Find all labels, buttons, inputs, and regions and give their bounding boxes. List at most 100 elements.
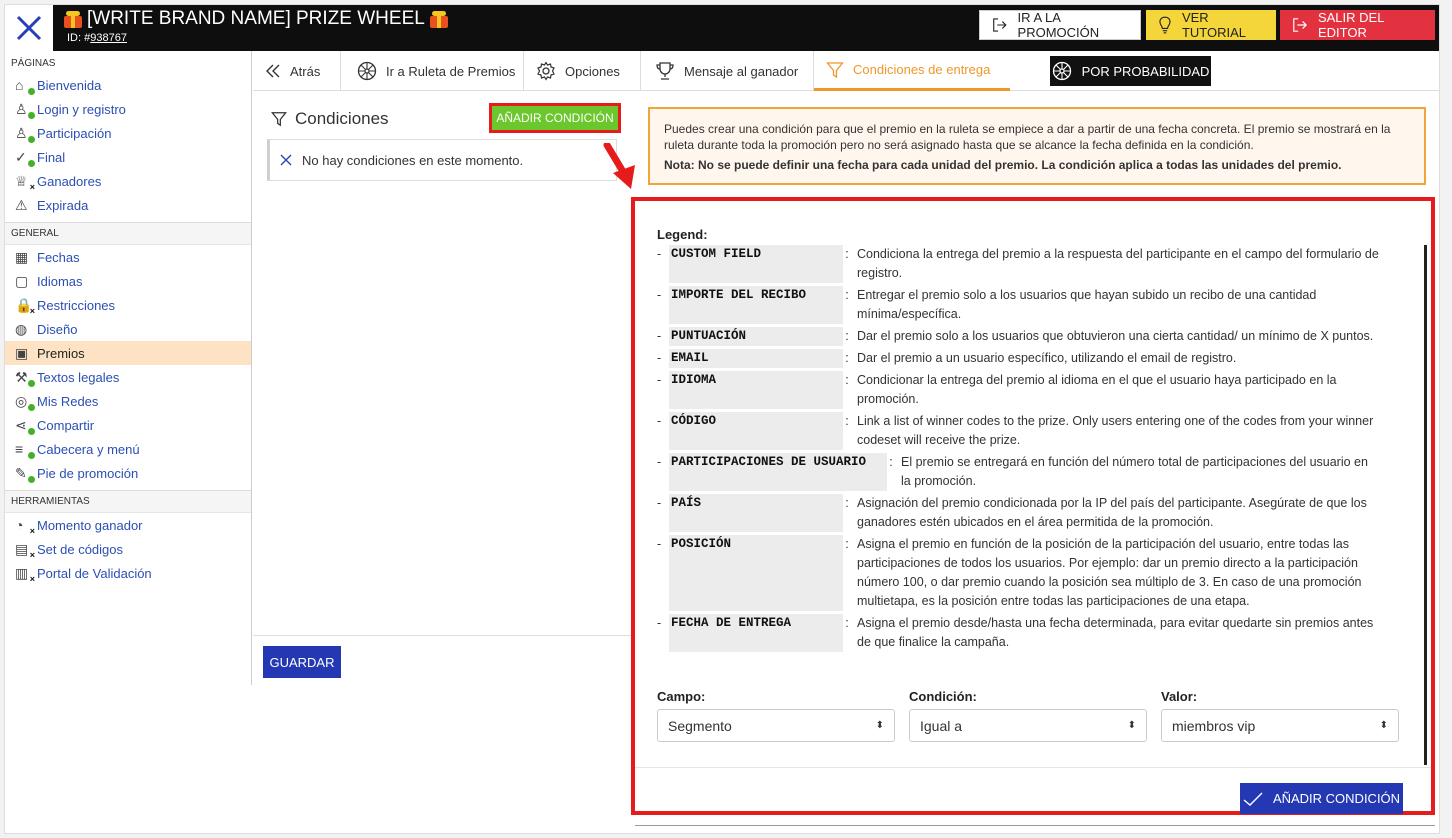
tab-back[interactable]: Atrás xyxy=(253,51,341,91)
warning-icon: ⚠ xyxy=(15,196,28,213)
status-x-icon: × xyxy=(29,526,35,536)
legend-separator: : xyxy=(845,616,849,630)
legend-separator: : xyxy=(845,288,849,302)
condition-select[interactable]: Igual a ⬍ xyxy=(909,709,1147,742)
select-caret-icon: ⬍ xyxy=(1127,720,1136,731)
value-select[interactable]: miembros vip ⬍ xyxy=(1161,709,1399,742)
sidebar-item-label: Compartir xyxy=(37,417,95,433)
select-caret-icon: ⬍ xyxy=(1379,720,1388,731)
sidebar-item-label: Idiomas xyxy=(37,273,83,289)
sidebar-item-compartir[interactable]: ⋖ Compartir xyxy=(5,413,251,437)
legend-separator: : xyxy=(845,496,849,510)
status-x-icon: × xyxy=(29,574,35,584)
sidebar-item-fechas[interactable]: ▦ Fechas xyxy=(5,245,251,269)
timer-icon: ◔ × xyxy=(15,517,35,536)
status-dot xyxy=(28,476,35,483)
by-probability-label: POR PROBABILIDAD xyxy=(1081,63,1210,79)
legend-key: EMAIL xyxy=(669,349,843,368)
legend-description: Condicionar la entrega del premio al idi… xyxy=(857,373,1337,406)
modal-scrollbar[interactable] xyxy=(1424,245,1427,765)
sidebar-item-label: Set de códigos xyxy=(37,541,124,557)
app-frame: [WRITE BRAND NAME] PRIZE WHEEL ID: #9387… xyxy=(4,4,1440,834)
sidebar-item-momento-ganador[interactable]: ◔ × Momento ganador xyxy=(5,513,251,537)
legend-key: PARTICIPACIONES DE USUARIO xyxy=(669,453,887,491)
home-icon: ⌂ xyxy=(15,75,37,95)
sidebar-item-participación[interactable]: ♙ Participación xyxy=(5,121,251,145)
legend-row: - PARTICIPACIONES DE USUARIO: El premio se… xyxy=(657,453,1381,491)
tab-delivery-conditions[interactable]: Condiciones de entrega xyxy=(814,51,1010,91)
sidebar: PÁGINAS ⌂ Bienvenida ♙ Login y registro ♙ Par… xyxy=(5,51,252,685)
sidebar-item-pie-de-promoción[interactable]: ✎ Pie de promoción xyxy=(5,461,251,485)
legend-description: Dar el premio a un usuario específico, u… xyxy=(857,351,1237,365)
exit-arrow-icon xyxy=(1293,18,1307,32)
legend-separator: : xyxy=(845,537,849,551)
conditions-panel: Condiciones AÑADIR CONDICIÓN No hay cond… xyxy=(253,91,633,685)
palette-icon: ◍ xyxy=(15,320,28,337)
tab-wheel[interactable]: Ir a Ruleta de Premios xyxy=(341,51,524,91)
user-icon: ♙ xyxy=(15,99,37,119)
legend-separator: : xyxy=(845,414,849,428)
legend-bullet: - xyxy=(657,414,662,428)
tab-winner-message[interactable]: Mensaje al ganador xyxy=(641,51,814,91)
filter-icon xyxy=(826,61,844,78)
exit-editor-label: SALIR DEL EDITOR xyxy=(1317,10,1384,40)
field-select-value: Segmento xyxy=(668,717,732,734)
legend-bullet: - xyxy=(657,537,662,551)
exit-editor-button[interactable]: SALIR DEL EDITOR xyxy=(1280,10,1435,40)
add-condition-button[interactable]: AÑADIR CONDICIÓN xyxy=(489,103,621,133)
sidebar-item-final[interactable]: ✓ Final xyxy=(5,145,251,169)
legend-title: Legend: xyxy=(657,227,708,242)
sidebar-item-diseño[interactable]: ◍ Diseño xyxy=(5,317,251,341)
wheel-icon xyxy=(1052,61,1071,81)
sidebar-item-cabecera-y-menú[interactable]: ≡ Cabecera y menú xyxy=(5,437,251,461)
field-select[interactable]: Segmento ⬍ xyxy=(657,709,895,742)
modal-footer-divider xyxy=(635,767,1431,768)
close-icon xyxy=(280,154,292,166)
chat-icon: ▢ xyxy=(15,272,29,289)
legend-bullet: - xyxy=(657,455,662,469)
legend-row: - EMAIL: Dar el premio a un usuario especí… xyxy=(657,349,1381,368)
sidebar-item-portal-de-validación[interactable]: ▥ × Portal de Validación xyxy=(5,561,251,585)
sidebar-item-login-y-registro[interactable]: ♙ Login y registro xyxy=(5,97,251,121)
field-label: Campo: xyxy=(657,689,706,704)
sidebar-item-set-de-códigos[interactable]: ▤ × Set de códigos xyxy=(5,537,251,561)
tab-options[interactable]: Opciones xyxy=(524,51,641,91)
sidebar-item-textos-legales[interactable]: ⚒ Textos legales xyxy=(5,365,251,389)
sidebar-item-idiomas[interactable]: ▢ Idiomas xyxy=(5,269,251,293)
legend-bullet: - xyxy=(657,351,662,365)
legend-separator: : xyxy=(889,455,893,469)
legend-description: Dar el premio solo a los usuarios que ob… xyxy=(857,329,1374,343)
select-caret-icon: ⬍ xyxy=(875,720,884,731)
exit-arrow-icon xyxy=(993,18,1007,32)
sidebar-item-label: Restricciones xyxy=(37,297,116,313)
confirm-add-condition-button[interactable]: AÑADIR CONDICIÓN xyxy=(1240,783,1403,814)
legend-key: IDIOMA xyxy=(669,371,843,409)
by-probability-button[interactable]: POR PROBABILIDAD xyxy=(1050,56,1211,86)
legend-bullet: - xyxy=(657,288,662,302)
status-dot xyxy=(28,428,35,435)
status-x-icon: × xyxy=(29,182,35,192)
sidebar-item-premios[interactable]: ▣ Premios xyxy=(5,341,251,365)
globe-icon: ◎ xyxy=(15,391,37,411)
go-to-promotion-button[interactable]: IR A LA PROMOCIÓN xyxy=(979,10,1141,40)
sidebar-item-ganadores[interactable]: ♕ × Ganadores xyxy=(5,169,251,193)
info-notice: Puedes crear una condición para que el p… xyxy=(648,107,1426,185)
view-tutorial-button[interactable]: VER TUTORIAL xyxy=(1146,10,1276,40)
legend-row: - FECHA DE ENTREGA: Asigna el premio desde… xyxy=(657,614,1381,652)
sidebar-item-label: Ganadores xyxy=(37,173,102,189)
sidebar-item-expirada[interactable]: ⚠ Expirada xyxy=(5,193,251,217)
promo-id-link[interactable]: 938767 xyxy=(90,32,127,44)
save-button[interactable]: GUARDAR xyxy=(263,646,341,678)
sidebar-item-mis-redes[interactable]: ◎ Mis Redes xyxy=(5,389,251,413)
close-editor-button[interactable] xyxy=(5,5,53,51)
sidebar-item-restricciones[interactable]: 🔒 × Restricciones xyxy=(5,293,251,317)
legend-bullet: - xyxy=(657,616,662,630)
check-icon: ✓ xyxy=(15,147,37,167)
legend-bullet: - xyxy=(657,496,662,510)
status-dot xyxy=(28,380,35,387)
sidebar-item-bienvenida[interactable]: ⌂ Bienvenida xyxy=(5,73,251,97)
sidebar-item-label: Participación xyxy=(37,125,112,141)
legend-key: PUNTUACIÓN xyxy=(669,327,843,346)
share-icon: ⋖ xyxy=(15,415,37,435)
tab-winner-message-label: Mensaje al ganador xyxy=(684,63,799,79)
